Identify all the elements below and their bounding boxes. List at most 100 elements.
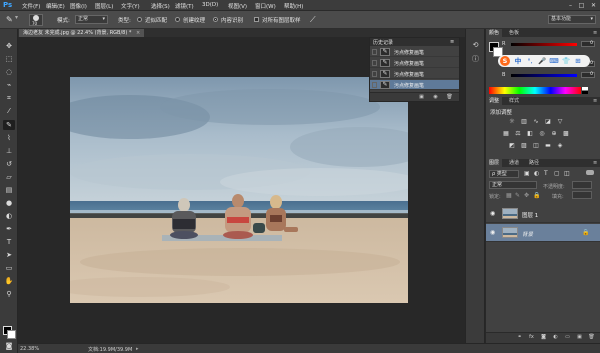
- blue-track[interactable]: [511, 74, 577, 77]
- shape-tool-icon[interactable]: ▭: [3, 263, 15, 273]
- properties-panel-icon[interactable]: ⓘ: [470, 55, 481, 64]
- hue-saturation-icon[interactable]: ▦: [502, 130, 510, 138]
- blue-slider[interactable]: B 0: [502, 72, 597, 78]
- opacity-field[interactable]: [572, 181, 592, 189]
- panel-menu-icon[interactable]: ≡: [450, 39, 454, 45]
- history-entry[interactable]: ✎ 污点修复画笔: [370, 69, 459, 79]
- eraser-tool-icon[interactable]: ▱: [3, 172, 15, 182]
- history-brush-tool-icon[interactable]: ↺: [3, 159, 15, 169]
- lasso-tool-icon[interactable]: ◌: [3, 67, 15, 77]
- red-track[interactable]: [511, 43, 577, 46]
- filter-smart-object-icon[interactable]: ◫: [564, 170, 570, 177]
- quick-select-tool-icon[interactable]: ⌁: [3, 80, 15, 90]
- clone-stamp-tool-icon[interactable]: ⊥: [3, 146, 15, 156]
- curves-icon[interactable]: ∿: [532, 118, 540, 126]
- red-slider[interactable]: R 0: [502, 41, 597, 47]
- move-tool-icon[interactable]: ✥: [3, 41, 15, 51]
- skin-icon[interactable]: 👕: [561, 56, 571, 66]
- pen-tool-icon[interactable]: ✒: [3, 224, 15, 234]
- add-mask-icon[interactable]: ◙: [540, 334, 547, 340]
- toolbox-icon[interactable]: ⊞: [573, 56, 583, 66]
- link-layers-icon[interactable]: ⚭: [516, 334, 523, 340]
- gradient-map-icon[interactable]: ▬: [544, 142, 552, 150]
- history-source-checkbox[interactable]: [372, 49, 377, 55]
- brush-tool-icon[interactable]: ⌇: [3, 133, 15, 143]
- filter-toggle[interactable]: [586, 170, 594, 175]
- document-tab[interactable]: 海边老友 未完成.jpg @ 22.4% (背景, RGB/8) * ×: [19, 29, 145, 37]
- vibrance-icon[interactable]: ▽: [556, 118, 564, 126]
- tab-styles[interactable]: 样式: [506, 97, 522, 105]
- tab-adjustments[interactable]: 调整: [486, 97, 503, 105]
- menu-window[interactable]: 窗口(W): [255, 2, 276, 10]
- photo-filter-icon[interactable]: ◎: [538, 130, 546, 138]
- trash-icon[interactable]: 🗑: [446, 94, 453, 100]
- exposure-icon[interactable]: ◪: [544, 118, 552, 126]
- ime-language-toggle[interactable]: 中: [513, 56, 523, 66]
- black-white-icon[interactable]: ◧: [526, 130, 534, 138]
- layer-name[interactable]: 背景: [522, 230, 533, 238]
- tab-paths[interactable]: 路径: [526, 159, 542, 167]
- filter-adjustment-icon[interactable]: ◐: [534, 170, 539, 177]
- history-source-checkbox[interactable]: [372, 60, 377, 66]
- blur-tool-icon[interactable]: ●: [3, 198, 15, 208]
- keyboard-icon[interactable]: ⌨: [549, 56, 559, 66]
- menu-image[interactable]: 图像(I): [70, 2, 87, 10]
- threshold-icon[interactable]: ◫: [532, 142, 540, 150]
- tab-channels[interactable]: 通道: [506, 159, 522, 167]
- spot-healing-brush-icon[interactable]: ✎: [6, 15, 13, 24]
- panel-menu-icon[interactable]: ≡: [590, 97, 600, 105]
- eye-icon[interactable]: ◉: [490, 211, 496, 217]
- marquee-tool-icon[interactable]: ⬚: [3, 54, 15, 64]
- dodge-tool-icon[interactable]: ◐: [3, 211, 15, 221]
- new-document-from-state-icon[interactable]: ▣: [418, 94, 425, 100]
- selective-color-icon[interactable]: ◈: [556, 142, 564, 150]
- hand-tool-icon[interactable]: ✋: [3, 276, 15, 286]
- filter-type-icon[interactable]: T: [544, 170, 548, 177]
- brightness-icon[interactable]: ☼: [508, 118, 516, 126]
- background-color-swatch[interactable]: [7, 330, 16, 339]
- document-image[interactable]: [70, 77, 408, 303]
- color-spectrum-ramp[interactable]: [489, 87, 581, 94]
- menu-layer[interactable]: 图层(L): [95, 2, 113, 10]
- filter-shape-icon[interactable]: ▢: [554, 170, 560, 177]
- history-source-checkbox[interactable]: [372, 71, 377, 77]
- close-button[interactable]: ✕: [589, 2, 598, 9]
- filter-pixel-icon[interactable]: ▣: [524, 170, 530, 177]
- color-lookup-icon[interactable]: ▩: [562, 130, 570, 138]
- type-tool-icon[interactable]: T: [3, 237, 15, 247]
- pressure-icon[interactable]: ⟋: [310, 15, 316, 25]
- history-panel-title[interactable]: 历史记录: [373, 39, 393, 46]
- crop-tool-icon[interactable]: ⌗: [3, 93, 15, 103]
- lock-transparent-icon[interactable]: ▦: [506, 192, 512, 199]
- texture-radio[interactable]: [175, 17, 180, 22]
- history-source-checkbox[interactable]: [372, 82, 377, 88]
- ime-punctuation-toggle[interactable]: °,: [525, 56, 535, 66]
- history-entry-selected[interactable]: ✎ 污点修复画笔: [370, 80, 459, 90]
- panel-menu-icon[interactable]: ≡: [590, 159, 600, 167]
- trash-icon[interactable]: 🗑: [588, 334, 595, 340]
- panel-menu-icon[interactable]: ≡: [590, 29, 600, 37]
- proximity-radio[interactable]: [137, 17, 142, 22]
- layer-filter-select[interactable]: ρ 类型: [489, 170, 519, 178]
- lock-image-icon[interactable]: ✎: [515, 192, 520, 199]
- posterize-icon[interactable]: ▨: [520, 142, 528, 150]
- red-value[interactable]: 0: [581, 41, 595, 47]
- tab-color[interactable]: 颜色: [486, 29, 503, 37]
- gradient-tool-icon[interactable]: ▤: [3, 185, 15, 195]
- mode-select[interactable]: 正常 ▾: [75, 15, 108, 24]
- new-layer-icon[interactable]: ▣: [576, 334, 583, 340]
- blend-mode-select[interactable]: 正常: [489, 181, 537, 189]
- quick-mask-icon[interactable]: ◙: [3, 341, 15, 351]
- invert-icon[interactable]: ◩: [508, 142, 516, 150]
- zoom-tool-icon[interactable]: ⚲: [3, 289, 15, 299]
- tab-swatches[interactable]: 色板: [506, 29, 522, 37]
- new-group-icon[interactable]: ▭: [564, 334, 571, 340]
- eyedropper-tool-icon[interactable]: ⁄: [3, 106, 15, 116]
- workspace-select[interactable]: 基本功能 ▾: [548, 15, 596, 24]
- brush-preset-picker[interactable]: 70: [29, 14, 43, 26]
- content-aware-radio[interactable]: [213, 17, 218, 22]
- history-panel-icon[interactable]: ⟲: [470, 41, 481, 50]
- tab-layers[interactable]: 图层: [486, 159, 503, 167]
- sample-all-checkbox[interactable]: [254, 17, 259, 22]
- levels-icon[interactable]: ▥: [520, 118, 528, 126]
